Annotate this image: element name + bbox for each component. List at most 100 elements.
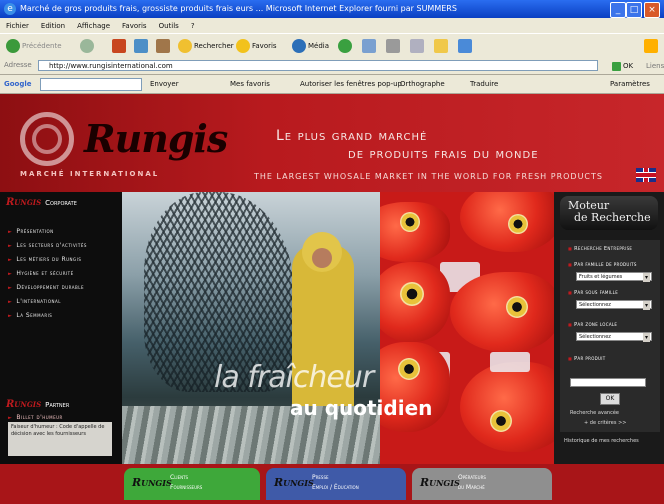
search-icon xyxy=(178,39,192,53)
forward-arrow-icon xyxy=(80,39,94,53)
subfamily-select[interactable]: Sélectionnez xyxy=(576,300,652,310)
billet-humeur-link[interactable]: Billet d'humeur xyxy=(8,414,63,421)
red-fish xyxy=(460,362,554,452)
family-select[interactable]: Fruits et légumes xyxy=(576,272,652,282)
google-toolbar: Google Envoyer Mes favoris Autoriser les… xyxy=(0,75,664,94)
google-bookmarks-button[interactable]: Mes favoris xyxy=(230,78,270,90)
nav-item-international[interactable]: L'international xyxy=(8,298,61,305)
zone-select[interactable]: Sélectionnez xyxy=(576,332,652,342)
history-button[interactable] xyxy=(338,38,354,54)
fish-eye-icon xyxy=(506,296,528,318)
rungis-logo[interactable]: Rungis xyxy=(84,116,228,161)
toolbar: Précédente Rechercher Favoris Média xyxy=(0,33,664,59)
go-arrow-icon xyxy=(612,61,621,71)
mail-icon xyxy=(362,39,376,53)
rungis-swirl-logo-inner xyxy=(32,124,62,154)
google-settings-button[interactable]: Paramètres xyxy=(610,78,650,90)
tab-clients-fournisseurs[interactable]: Rungis Clients Fournisseurs xyxy=(124,468,260,500)
home-icon xyxy=(156,39,170,53)
close-button[interactable]: × xyxy=(644,2,660,18)
internet-explorer-icon: e xyxy=(4,3,16,15)
edit-button[interactable] xyxy=(410,38,426,54)
ice-chunk xyxy=(490,352,530,372)
media-icon xyxy=(292,39,306,53)
site-banner: Rungis MARCHÉ INTERNATIONAL Le plus gran… xyxy=(0,94,664,192)
refresh-icon xyxy=(134,39,148,53)
maximize-button[interactable]: □ xyxy=(626,2,642,18)
menu-favoris[interactable]: Favoris xyxy=(116,19,153,34)
refresh-button[interactable] xyxy=(134,38,150,54)
banner-subline: THE LARGEST WHOSALE MARKET IN THE WORLD … xyxy=(254,172,603,181)
google-popup-button[interactable]: Autoriser les fenêtres pop-up xyxy=(300,78,402,90)
address-input[interactable]: http://www.rungisinternational.com xyxy=(38,60,598,71)
search-history-link[interactable]: Historique de mes recherches xyxy=(564,438,639,444)
advanced-search-link[interactable]: Recherche avancée xyxy=(570,410,619,416)
messenger-icon xyxy=(458,39,472,53)
menu-outils[interactable]: Outils xyxy=(153,19,185,34)
red-fish-photo xyxy=(380,192,554,466)
search-engine-logo: Moteur de Recherche xyxy=(560,196,658,230)
messenger-button[interactable] xyxy=(458,38,474,54)
product-input[interactable] xyxy=(570,378,646,387)
red-fish xyxy=(450,272,554,352)
fisherman-face xyxy=(312,248,332,268)
red-fish xyxy=(460,192,554,252)
back-button[interactable]: Précédente xyxy=(6,38,62,54)
window-titlebar: e Marché de gros produits frais, grossis… xyxy=(0,0,664,18)
stop-icon xyxy=(112,39,126,53)
nav-item-semmaris[interactable]: La Semmaris xyxy=(8,312,52,319)
partner-header: Rungis Partner xyxy=(6,399,70,410)
family-label: Par famille de produits xyxy=(568,262,637,268)
google-translate-button[interactable]: Traduire xyxy=(470,78,498,90)
fisherman-photo xyxy=(122,192,380,466)
google-spelling-button[interactable]: Orthographe xyxy=(400,78,445,90)
back-arrow-icon xyxy=(6,39,20,53)
nav-item-presentation[interactable]: Présentation xyxy=(8,228,54,235)
menu-edition[interactable]: Edition xyxy=(35,19,71,34)
menu-help[interactable]: ? xyxy=(185,19,201,34)
links-label[interactable]: Liens xyxy=(646,60,664,72)
banner-headline-1: Le plus grand marché xyxy=(276,128,428,144)
hero-slogan-2: au quotidien xyxy=(290,396,433,420)
forward-button[interactable] xyxy=(80,38,96,54)
google-send-button[interactable]: Envoyer xyxy=(150,78,179,90)
print-button[interactable] xyxy=(386,38,402,54)
nav-item-hygiene[interactable]: Hygiène et sécurité xyxy=(8,270,74,277)
nav-item-metiers[interactable]: Les métiers du Rungis xyxy=(8,256,81,263)
folder-icon xyxy=(434,39,448,53)
menu-fichier[interactable]: Fichier xyxy=(0,19,35,34)
media-button[interactable]: Média xyxy=(292,38,329,54)
red-fish xyxy=(380,202,450,262)
window-title: Marché de gros produits frais, grossiste… xyxy=(20,4,457,13)
search-button[interactable]: Rechercher xyxy=(178,38,234,54)
print-icon xyxy=(386,39,400,53)
folder-button[interactable] xyxy=(434,38,450,54)
search-column: Moteur de Recherche Recherche Entreprise… xyxy=(554,192,664,466)
hero-slogan-1: la fraîcheur xyxy=(214,360,374,395)
menu-affichage[interactable]: Affichage xyxy=(71,19,116,34)
english-flag-icon[interactable] xyxy=(636,168,656,182)
favorites-button[interactable]: Favoris xyxy=(236,38,277,54)
corporate-header: Rungis Corporate xyxy=(6,197,77,208)
mail-button[interactable] xyxy=(362,38,378,54)
more-criteria-link[interactable]: + de critères >> xyxy=(584,420,626,426)
address-label: Adresse xyxy=(4,61,32,69)
fish-eye-icon xyxy=(400,282,424,306)
go-button[interactable]: OK xyxy=(612,60,633,72)
fish-eye-icon xyxy=(398,358,420,380)
google-search-input[interactable] xyxy=(40,78,142,91)
nav-item-developpement[interactable]: Développement durable xyxy=(8,284,84,291)
search-ok-button[interactable]: OK xyxy=(600,393,620,405)
tab-operateurs-marche[interactable]: Rungis Opérateurs du Marché xyxy=(412,468,552,500)
home-button[interactable] xyxy=(156,38,172,54)
billet-humeur-box[interactable]: Faiseur d'humeur : Code d'appelle de déc… xyxy=(8,422,112,456)
hero-photo: la fraîcheur au quotidien xyxy=(122,192,554,466)
star-icon xyxy=(236,39,250,53)
fish-eye-icon xyxy=(490,410,512,432)
stop-button[interactable] xyxy=(112,38,128,54)
banner-headline-2: de produits frais du monde xyxy=(348,146,539,162)
minimize-button[interactable]: _ xyxy=(610,2,626,18)
nav-item-secteurs[interactable]: Les secteurs d'activités xyxy=(8,242,87,249)
menu-bar: Fichier Edition Affichage Favoris Outils? xyxy=(0,18,664,33)
tab-presse-emploi[interactable]: Rungis Presse Emploi / Éducation xyxy=(266,468,406,500)
